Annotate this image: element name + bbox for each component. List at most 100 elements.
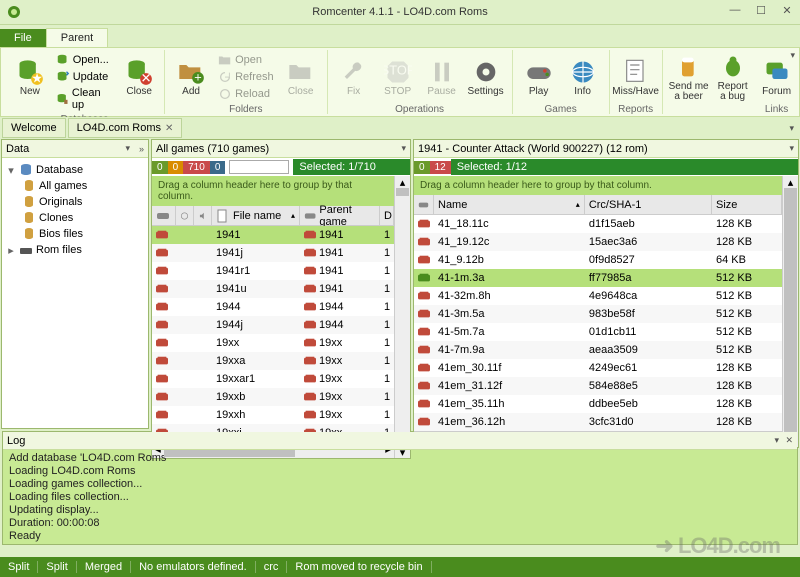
col-filename[interactable]: File name▴ [212,206,300,225]
games-rows[interactable]: 1941194111941j194111941r1194111941u19411… [152,226,394,442]
status-recycle: Rom moved to recycle bin [287,561,431,573]
col-romicon[interactable] [414,195,434,214]
table-row[interactable]: 1941j19411 [152,244,394,262]
settings-button[interactable]: Settings [464,50,508,104]
beer-button[interactable]: Send me a beer [667,50,711,104]
window-titlebar: Romcenter 4.1.1 - LO4D.com Roms — ☐ ✕ [0,0,800,25]
group-label-links: Links [765,104,788,116]
stop-button: STOPSTOP [376,50,420,104]
status-emulators: No emulators defined. [131,561,256,573]
rom-groupbar[interactable]: Drag a column header here to group by th… [414,176,782,195]
table-row[interactable]: 19xx19xx1 [152,334,394,352]
table-row[interactable]: 19xxar119xx1 [152,370,394,388]
log-line: Ready [9,530,791,543]
tree-node-romfiles[interactable]: ▸Rom files [6,242,144,258]
tab-parent[interactable]: Parent [46,28,108,47]
tab-file[interactable]: File [0,29,46,47]
table-row[interactable]: 41-3m.5a983be58f512 KB [414,305,782,323]
log-panel: Log▾✕ Add database 'LO4D.com Roms'Loadin… [2,431,798,545]
tree-menu-icon[interactable]: » [139,144,144,154]
tree-dropdown-icon[interactable]: ▾ [125,143,130,154]
log-body[interactable]: Add database 'LO4D.com Roms'Loading LO4D… [3,450,797,544]
close-db-button[interactable]: ✕ Close [118,50,160,104]
col-crc[interactable]: Crc/SHA-1 [585,195,712,214]
refresh-folder-button: Refresh [215,69,277,85]
reload-folder-button: Reload [215,86,277,102]
tab-welcome[interactable]: Welcome [2,118,66,138]
log-dropdown-icon[interactable]: ▾ [774,435,779,446]
collapse-icon[interactable]: ▾ [6,164,16,177]
col-icon3[interactable] [194,206,212,225]
rom-header-icon [418,198,429,212]
rom-dropdown-icon[interactable]: ▾ [789,143,794,154]
table-row[interactable]: 1941r119411 [152,262,394,280]
rom-rows[interactable]: 41_18.11cd1f15aeb128 KB41_19.12c15aec3a6… [414,215,782,431]
table-row[interactable]: 41em_35.11hddbee5eb128 KB [414,395,782,413]
chat-icon [763,58,791,86]
table-row[interactable]: 41em_36.12h3cfc31d0128 KB [414,413,782,431]
table-row[interactable]: 41_19.12c15aec3a6128 KB [414,233,782,251]
ribbon: ▾ ★ New Open... Update Clean up ✕ Close … [0,47,800,117]
table-row[interactable]: 41-7m.9aaeaa3509512 KB [414,341,782,359]
col-icon1[interactable] [152,206,176,225]
status-merged: Merged [77,561,131,573]
log-close-icon[interactable]: ✕ [785,435,793,446]
open-button[interactable]: Open... [53,52,117,68]
update-button[interactable]: Update [53,69,117,85]
ribbon-group-operations: Fix STOPSTOP Pause Settings Operations [328,50,513,114]
table-row[interactable]: 194119411 [152,226,394,244]
info-button[interactable]: Info [561,50,605,104]
table-row[interactable]: 41em_30.11f4249ec61128 KB [414,359,782,377]
table-row[interactable]: 19xxb19xx1 [152,388,394,406]
bug-button[interactable]: Report a bug [711,50,755,104]
col-icon2[interactable] [176,206,194,225]
table-row[interactable]: 1941u19411 [152,280,394,298]
tree-node-clones[interactable]: Clones [6,210,144,226]
col-size[interactable]: Size [712,195,782,214]
gamepad-icon [525,58,553,86]
tree-node-bios[interactable]: Bios files [6,226,144,242]
table-row[interactable]: 41_9.12b0f9d852764 KB [414,251,782,269]
col-name[interactable]: Name▴ [434,195,585,214]
col-parent[interactable]: Parent game [300,206,380,225]
games-search-input[interactable] [229,160,289,174]
table-row[interactable]: 19xxa19xx1 [152,352,394,370]
maximize-button[interactable]: ☐ [748,0,774,20]
games-groupbar[interactable]: Drag a column header here to group by th… [152,176,394,206]
play-button[interactable]: Play [517,50,561,104]
close-folder-button: Close [279,50,323,104]
tab-roms[interactable]: LO4D.com Roms✕ [68,118,183,138]
misshave-button[interactable]: Miss/Have [614,50,658,104]
table-row[interactable]: 1944j19441 [152,316,394,334]
table-row[interactable]: 41-1m.3aff77985a512 KB [414,269,782,287]
tree-node-originals[interactable]: Originals [6,194,144,210]
report-icon [622,58,650,86]
rom-header-icon [156,209,170,223]
close-button[interactable]: ✕ [774,0,800,20]
stat-badge: 710 [183,161,210,174]
sound-icon [198,209,207,223]
table-row[interactable]: 41em_31.12f584e88e5128 KB [414,377,782,395]
expand-icon[interactable]: ▸ [6,244,16,257]
rom-v-scrollbar[interactable]: ▴▾ [782,176,798,447]
games-v-scrollbar[interactable]: ▴▾ [394,176,410,458]
table-row[interactable]: 41_18.11cd1f15aeb128 KB [414,215,782,233]
minimize-button[interactable]: — [722,0,748,20]
table-row[interactable]: 194419441 [152,298,394,316]
table-row[interactable]: 41-32m.8h4e9648ca512 KB [414,287,782,305]
tree-node-database[interactable]: ▾Database [6,162,144,178]
table-row[interactable]: 41-5m.7a01d1cb11512 KB [414,323,782,341]
games-dropdown-icon[interactable]: ▾ [401,143,406,154]
table-row[interactable]: 19xxh19xx1 [152,406,394,424]
col-d[interactable]: D [380,206,394,225]
cleanup-button[interactable]: Clean up [53,86,117,112]
add-folder-button[interactable]: + Add [169,50,213,104]
tabs-dropdown-icon[interactable]: ▾ [789,123,794,134]
cylinder-icon [22,211,36,225]
app-icon [6,4,22,20]
new-button[interactable]: ★ New [9,50,51,104]
tree-node-allgames[interactable]: All games [6,178,144,194]
tree-view[interactable]: ▾Database All games Originals Clones Bio… [2,158,148,262]
ribbon-collapse-icon[interactable]: ▾ [790,50,795,61]
close-tab-icon[interactable]: ✕ [165,123,173,134]
